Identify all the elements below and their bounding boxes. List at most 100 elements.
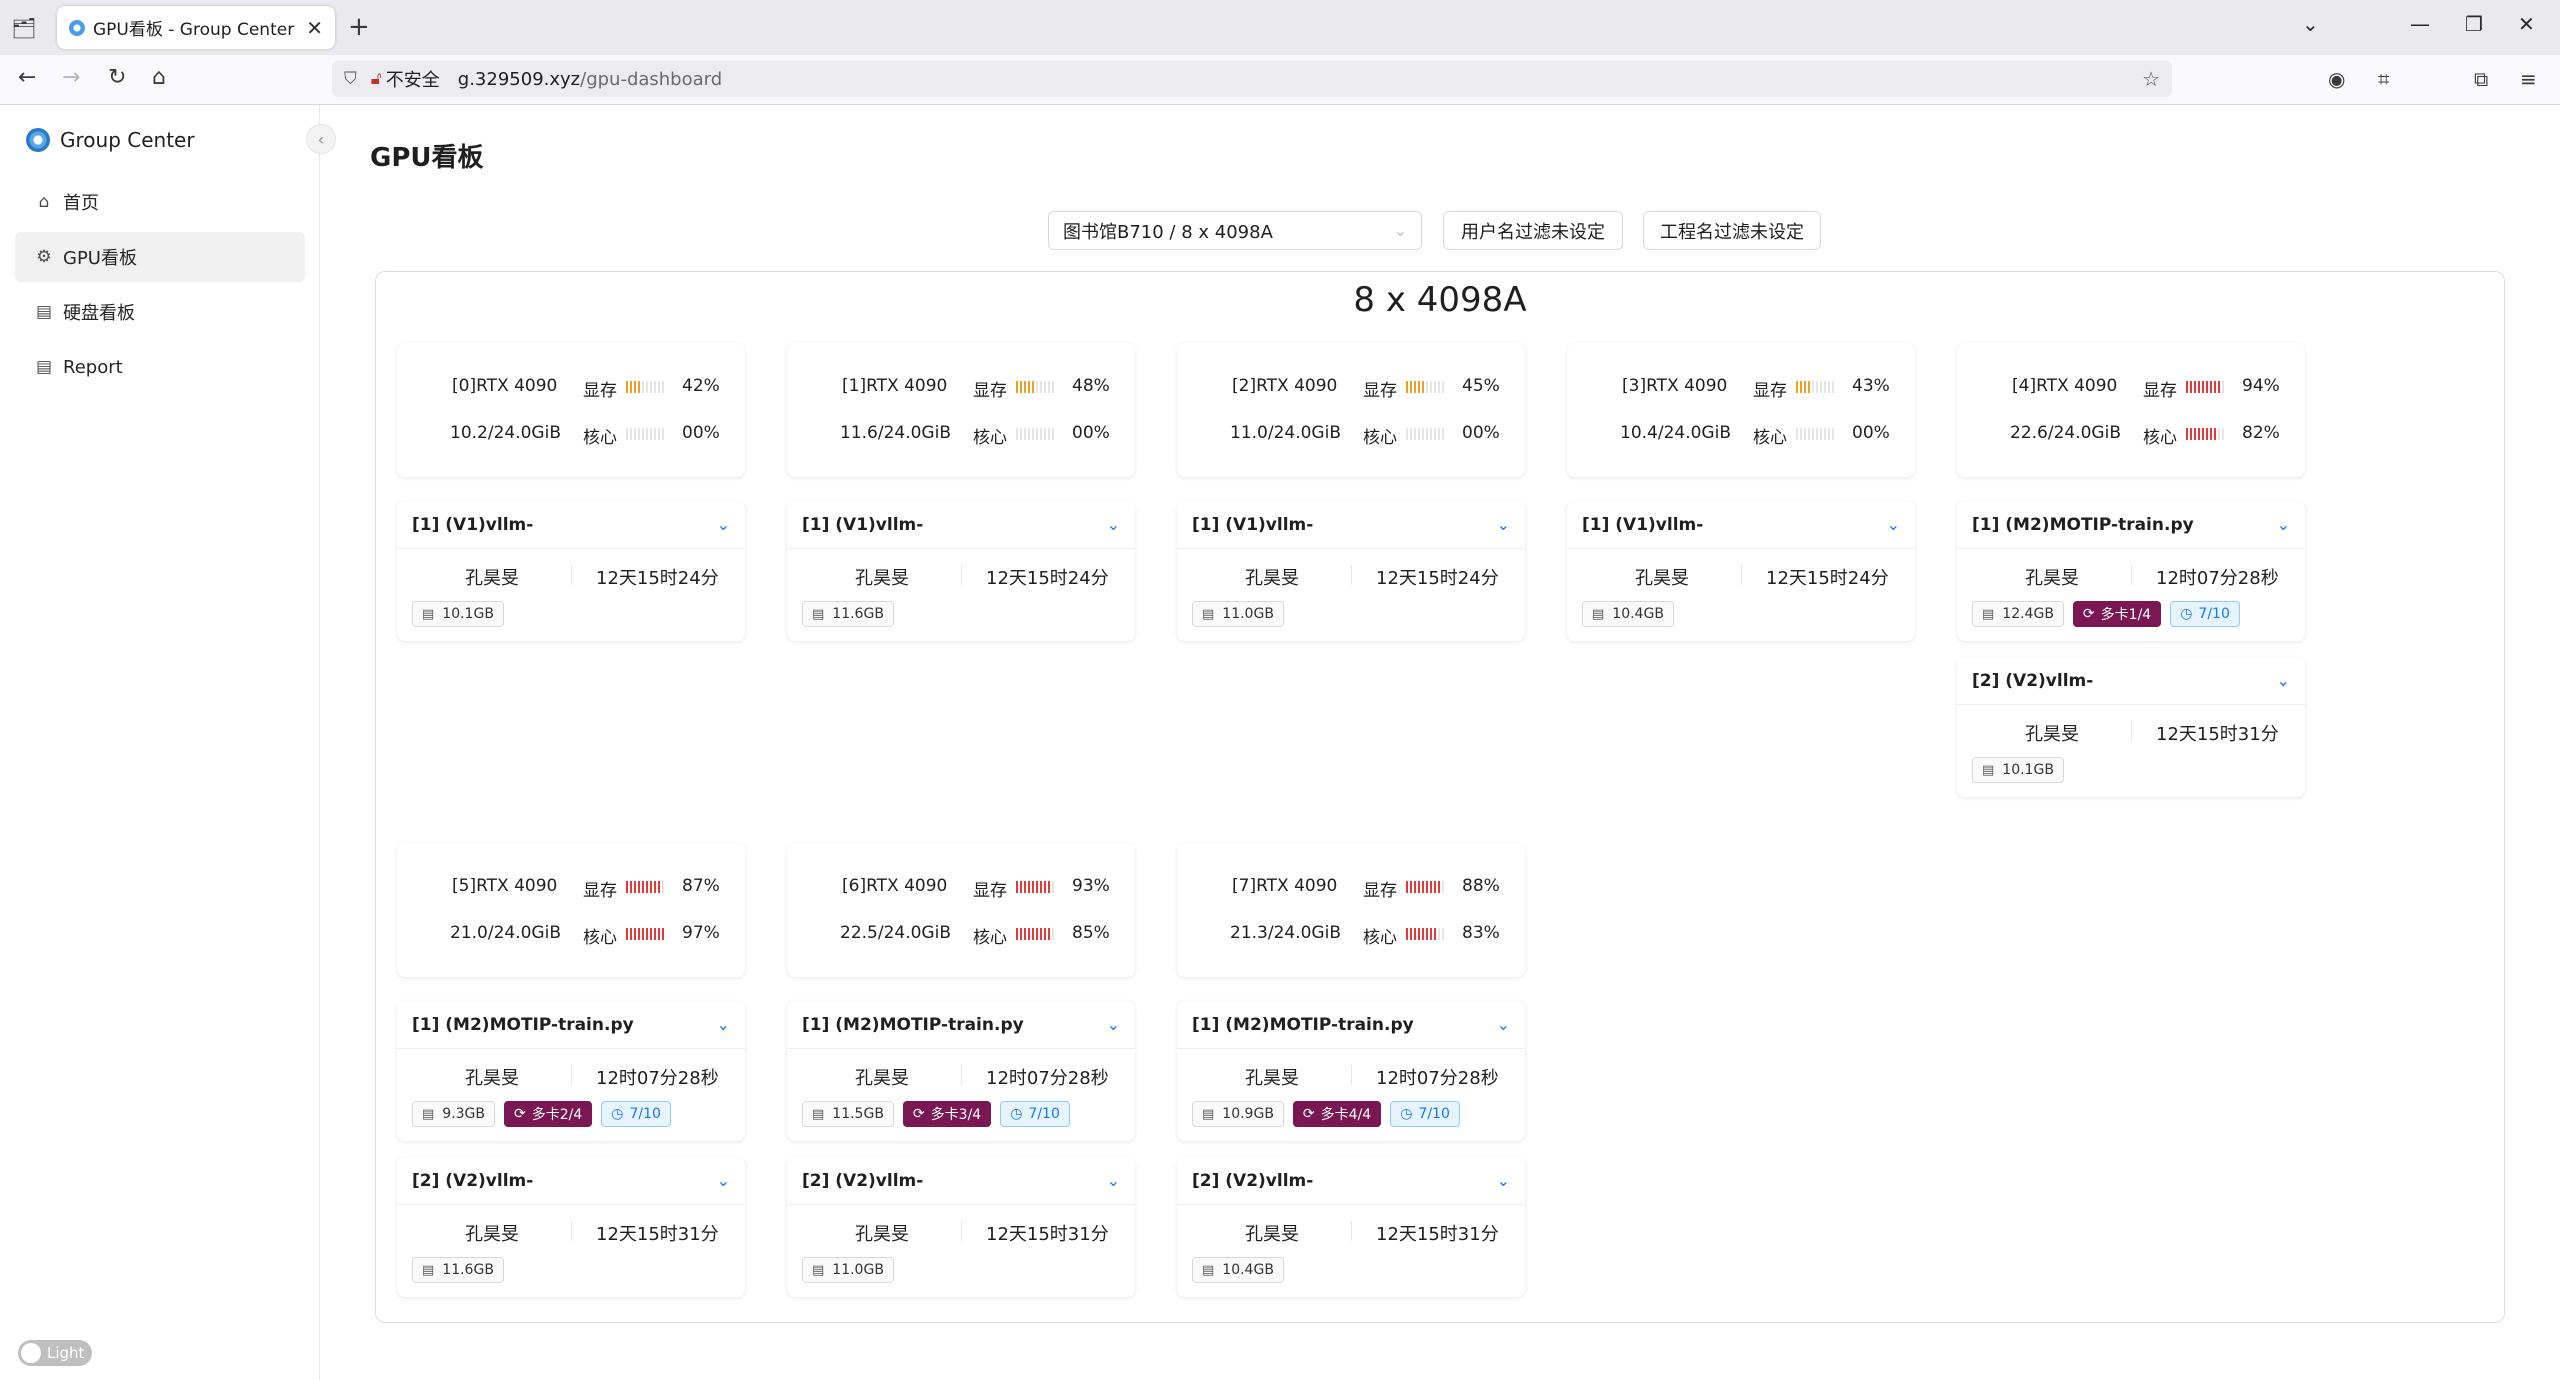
crop-icon[interactable]: ⌗ (2378, 67, 2389, 91)
process-user: 孔昊旻 (465, 1224, 519, 1245)
usage-bar-segment (634, 381, 636, 393)
usage-bar-segment (2222, 381, 2224, 393)
process-tags: ▤ 11.0GB (1192, 601, 1284, 627)
expand-chevron-icon[interactable]: ⌄ (1887, 515, 1900, 534)
sidebar-item-report[interactable]: ▤ Report (15, 342, 305, 392)
url-bar[interactable]: ⛉ 🔓︎ 不安全 g.329509.xyz /gpu-dashboard ☆ (332, 61, 2172, 97)
process-header[interactable]: [1] (V1)vllm- ⌄ (1567, 501, 1915, 549)
process-header[interactable]: [2] (V2)vllm- ⌄ (1957, 657, 2305, 705)
usage-bar-segment (2214, 428, 2216, 440)
usage-bar-segment (1438, 381, 1440, 393)
usage-bar-segment (2202, 381, 2204, 393)
insecure-label[interactable]: 不安全 (386, 66, 440, 92)
menu-icon[interactable]: ≡ (2520, 67, 2537, 91)
home-icon[interactable]: ⌂ (152, 65, 166, 90)
sidebar-item-home[interactable]: ⌂ 首页 (15, 177, 305, 227)
process-header[interactable]: [1] (M2)MOTIP-train.py ⌄ (787, 1001, 1135, 1049)
tab-overflow-chevron-icon[interactable]: ⌄ (2302, 12, 2319, 36)
tab-close-icon[interactable]: ✕ (306, 16, 323, 40)
extensions-icon[interactable]: ⧉ (2474, 67, 2488, 91)
process-header[interactable]: [2] (V2)vllm- ⌄ (397, 1157, 745, 1205)
new-tab-button[interactable]: + (348, 12, 370, 42)
expand-chevron-icon[interactable]: ⌄ (1107, 1171, 1120, 1190)
memory-tag-text: 9.3GB (442, 1106, 486, 1122)
bookmark-star-icon[interactable]: ☆ (2142, 67, 2160, 91)
usage-bar-segment (1410, 381, 1412, 393)
process-header[interactable]: [1] (V1)vllm- ⌄ (1177, 501, 1525, 549)
process-header[interactable]: [1] (M2)MOTIP-train.py ⌄ (1957, 501, 2305, 549)
process-header[interactable]: [1] (V1)vllm- ⌄ (787, 501, 1135, 549)
expand-chevron-icon[interactable]: ⌄ (717, 1171, 730, 1190)
usage-bar-segment (1028, 881, 1030, 893)
insecure-lock-icon[interactable]: 🔓︎ (371, 69, 382, 89)
process-header[interactable]: [2] (V2)vllm- ⌄ (787, 1157, 1135, 1205)
process-header[interactable]: [1] (V1)vllm- ⌄ (397, 501, 745, 549)
usage-bar-segment (1032, 381, 1034, 393)
process-name: [2] (V2)vllm- (1972, 670, 2094, 691)
project-filter-button[interactable]: 工程名过滤未设定 (1643, 211, 1821, 250)
divider (961, 1065, 962, 1085)
back-icon[interactable]: ← (18, 65, 36, 90)
expand-chevron-icon[interactable]: ⌄ (1497, 1171, 1510, 1190)
process-header[interactable]: [1] (M2)MOTIP-train.py ⌄ (397, 1001, 745, 1049)
window-close-icon[interactable]: ✕ (2518, 12, 2535, 36)
server-select[interactable]: 图书馆B710 / 8 x 4098A ⌄ (1048, 211, 1422, 250)
divider (2131, 565, 2132, 585)
usage-bar-segment (1410, 428, 1412, 440)
divider (1351, 1065, 1352, 1085)
process-card: [1] (V1)vllm- ⌄ 孔昊旻 12天15时24分 ▤ 11.0GB (1177, 501, 1525, 641)
process-tags: ▤ 10.4GB (1192, 1257, 1284, 1283)
usage-bar-segment (650, 928, 652, 940)
reload-icon[interactable]: ↻ (108, 65, 126, 90)
process-header[interactable]: [1] (M2)MOTIP-train.py ⌄ (1177, 1001, 1525, 1049)
expand-chevron-icon[interactable]: ⌄ (1497, 515, 1510, 534)
expand-chevron-icon[interactable]: ⌄ (1107, 1015, 1120, 1034)
usage-bar-segment (1040, 428, 1042, 440)
usage-bar (1406, 428, 1444, 440)
expand-chevron-icon[interactable]: ⌄ (2277, 671, 2290, 690)
core-label: 核心 (1753, 428, 1787, 448)
user-filter-button[interactable]: 用户名过滤未设定 (1443, 211, 1623, 250)
minimize-icon[interactable]: — (2410, 12, 2430, 36)
usage-bar-segment (1016, 881, 1018, 893)
shield-icon[interactable]: ⛉ (344, 69, 357, 89)
vram-label: 显存 (583, 881, 617, 901)
expand-chevron-icon[interactable]: ⌄ (717, 1015, 730, 1034)
process-tags: ▤ 10.9GB ⟳ 多卡4/4 ◷ 7/10 (1192, 1101, 1460, 1127)
account-icon[interactable]: ◉ (2328, 67, 2345, 91)
vram-percent: 48% (1072, 376, 1110, 396)
usage-bar-segment (1036, 428, 1038, 440)
usage-bar-segment (1032, 428, 1034, 440)
restore-icon[interactable]: ❐ (2465, 12, 2483, 36)
usage-bar (1016, 381, 1054, 393)
process-user: 孔昊旻 (1245, 568, 1299, 589)
sync-icon: ⟳ (912, 1106, 925, 1122)
tab-list-icon[interactable]: 🗂 (0, 0, 48, 55)
gpu-name: [7]RTX 4090 (1232, 876, 1338, 896)
url-host: g.329509.xyz (457, 68, 581, 90)
run-count-tag-text: 7/10 (1418, 1106, 1450, 1122)
brand[interactable]: Group Center (26, 128, 195, 152)
theme-toggle[interactable]: Light (18, 1340, 92, 1366)
expand-chevron-icon[interactable]: ⌄ (2277, 515, 2290, 534)
vram-percent: 94% (2242, 376, 2280, 396)
browser-tab[interactable]: GPU看板 - Group Center ✕ (57, 6, 335, 49)
gpu-memory: 21.0/24.0GiB (450, 923, 561, 943)
process-header[interactable]: [2] (V2)vllm- ⌄ (1177, 1157, 1525, 1205)
tab-title: GPU看板 - Group Center (93, 20, 295, 40)
sidebar-item-label: GPU看板 (63, 248, 137, 269)
expand-chevron-icon[interactable]: ⌄ (717, 515, 730, 534)
process-runtime: 12时07分28秒 (1376, 1068, 1499, 1089)
expand-chevron-icon[interactable]: ⌄ (1497, 1015, 1510, 1034)
usage-bar-segment (642, 428, 644, 440)
vram-label: 显存 (1363, 881, 1397, 901)
collapse-sidebar-button[interactable]: ‹ (306, 124, 336, 154)
usage-bar-segment (2198, 428, 2200, 440)
sidebar-item-disk-dashboard[interactable]: ▤ 硬盘看板 (15, 287, 305, 337)
usage-bar-segment (1020, 428, 1022, 440)
sidebar-item-gpu-dashboard[interactable]: ⚙ GPU看板 (15, 232, 305, 282)
forward-icon[interactable]: → (62, 65, 80, 90)
process-name: [1] (M2)MOTIP-train.py (1972, 514, 2194, 535)
core-label: 核心 (973, 928, 1007, 948)
expand-chevron-icon[interactable]: ⌄ (1107, 515, 1120, 534)
